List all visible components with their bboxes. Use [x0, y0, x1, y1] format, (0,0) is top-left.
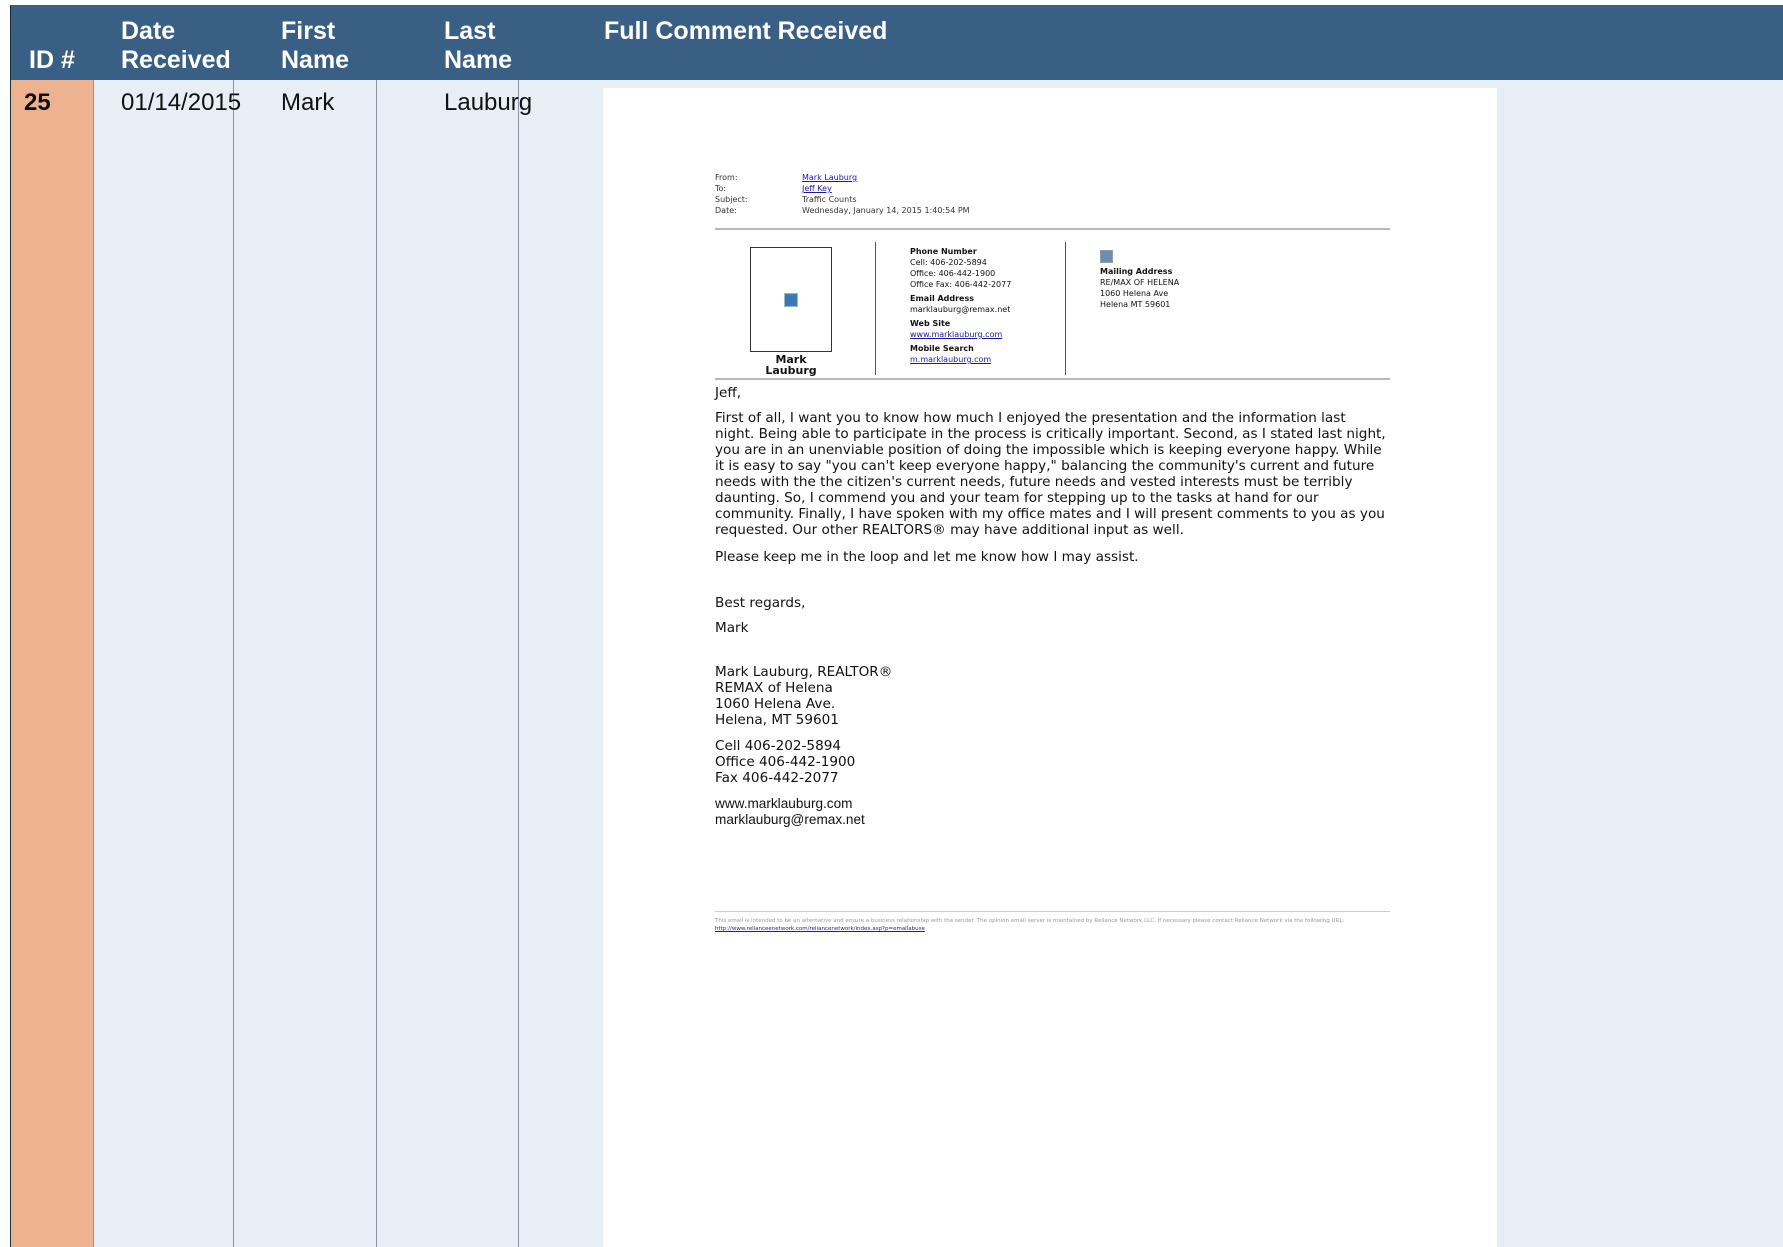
- cell-date-received: 01/14/2015: [121, 89, 242, 116]
- mailing-title: Mailing Address: [1100, 267, 1173, 276]
- id-column: [11, 80, 93, 1247]
- header-date-received: Date Received: [121, 17, 231, 74]
- web-title: Web Site: [910, 319, 951, 328]
- sig-line-2: REMAX of Helena: [715, 680, 833, 696]
- email-title: Email Address: [910, 294, 975, 303]
- cell-id: 25: [24, 89, 51, 116]
- date-column: [93, 80, 233, 1247]
- sig-line-6: Office 406-442-1900: [715, 754, 856, 770]
- meta-to-label: To:: [715, 184, 727, 193]
- cell-first-name: Mark: [281, 89, 335, 116]
- header-first-name: First Name: [281, 17, 350, 74]
- footer-divider: [715, 911, 1390, 912]
- business-card: Mark Lauburg Phone Number Cell: 406-202-…: [715, 242, 1390, 377]
- sig-line-5: Cell 406-202-5894: [715, 738, 842, 754]
- mobile-title: Mobile Search: [910, 344, 974, 353]
- card-contact: Phone Number Cell: 406-202-5894 Office: …: [910, 246, 1070, 365]
- mailing-icon: [1100, 250, 1113, 263]
- first-name-column: [233, 80, 376, 1247]
- cell-last-name: Lauburg: [444, 89, 533, 116]
- last-name-column: [376, 80, 518, 1247]
- meta-date-label: Date:: [715, 206, 737, 215]
- email-footer: This email is intended to be an alternat…: [715, 917, 1390, 933]
- header-last-name: Last Name: [444, 17, 513, 74]
- web-link[interactable]: www.marklauburg.com: [910, 329, 1070, 340]
- header-full-comment: Full Comment Received: [604, 17, 888, 45]
- meta-to-value[interactable]: Jeff Key: [802, 183, 832, 194]
- email-paragraph-1: First of all, I want you to know how muc…: [715, 410, 1386, 538]
- mailing-line-2: 1060 Helena Ave: [1100, 289, 1169, 298]
- email-paragraph-2: Please keep me in the loop and let me kn…: [715, 549, 1139, 565]
- photo-frame: [750, 247, 832, 352]
- sig-line-4: Helena, MT 59601: [715, 712, 839, 728]
- phone-fax: Office Fax: 406-442-2077: [910, 280, 1012, 289]
- meta-from-value[interactable]: Mark Lauburg: [802, 172, 857, 183]
- sig-line-9: marklauburg@remax.net: [715, 812, 865, 827]
- phone-cell: Cell: 406-202-5894: [910, 258, 987, 267]
- card-divider-left: [875, 242, 876, 375]
- table-header: ID # Date Received First Name Last Name …: [11, 5, 1783, 80]
- meta-from-label: From:: [715, 173, 738, 182]
- phone-office: Office: 406-442-1900: [910, 269, 996, 278]
- header-id: ID #: [29, 46, 75, 74]
- meta-subject-value: Traffic Counts: [802, 195, 857, 204]
- sig-line-1: Mark Lauburg, REALTOR®: [715, 664, 893, 680]
- card-divider-right: [1065, 242, 1066, 375]
- email-sign-name: Mark: [715, 620, 749, 636]
- footer-link[interactable]: http://www.relianceenetwork.com/reliance…: [715, 926, 925, 932]
- mailing-line-1: RE/MAX OF HELENA: [1100, 278, 1180, 287]
- mobile-link[interactable]: m.marklauburg.com: [910, 354, 1070, 365]
- email-signature: Mark Lauburg, REALTOR® REMAX of Helena 1…: [715, 664, 1015, 828]
- sig-line-7: Fax 406-442-2077: [715, 770, 839, 786]
- email-greeting: Jeff,: [715, 385, 742, 401]
- email-address: marklauburg@remax.net: [910, 305, 1011, 314]
- email-closing: Best regards,: [715, 595, 806, 611]
- photo-placeholder-icon: [784, 293, 798, 307]
- sig-line-3: 1060 Helena Ave.: [715, 696, 836, 712]
- card-divider-bottom: [715, 378, 1390, 380]
- meta-subject-label: Subject:: [715, 195, 748, 204]
- meta-divider: [715, 228, 1390, 230]
- meta-date-value: Wednesday, January 14, 2015 1:40:54 PM: [802, 206, 970, 215]
- card-name: Mark Lauburg: [765, 353, 817, 377]
- email-meta: From: Mark Lauburg To: Jeff Key Subject: Tr…: [715, 172, 1015, 216]
- footer-text: This email is intended to be an alternat…: [715, 918, 1345, 924]
- card-mailing: Mailing Address RE/MAX OF HELENA 1060 He…: [1100, 250, 1260, 310]
- mailing-line-3: Helena MT 59601: [1100, 300, 1171, 309]
- phone-title: Phone Number: [910, 247, 977, 256]
- sig-line-8: www.marklauburg.com: [715, 796, 853, 811]
